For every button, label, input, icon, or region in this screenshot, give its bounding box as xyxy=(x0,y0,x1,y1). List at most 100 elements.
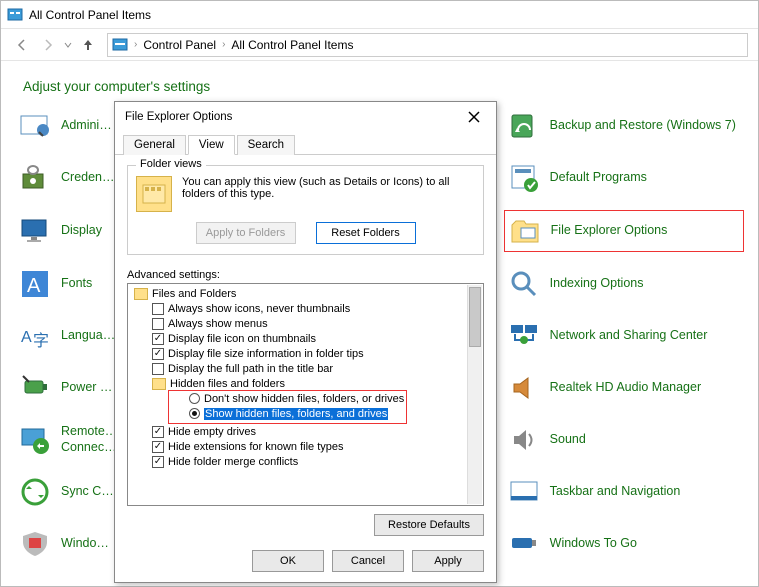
cp-item-sound[interactable]: Sound xyxy=(508,424,740,456)
tree-checkbox-item[interactable]: Display the full path in the title bar xyxy=(130,361,481,376)
cp-item-label: Power … xyxy=(61,380,112,396)
folder-views-group-label: Folder views xyxy=(136,158,206,170)
cp-item-label: Sync C… xyxy=(61,484,114,500)
checkbox-icon[interactable] xyxy=(152,303,164,315)
cp-item-label: Backup and Restore (Windows 7) xyxy=(550,118,736,134)
tree-checkbox-item[interactable]: ✓ Display file icon on thumbnails xyxy=(130,331,481,346)
defender-icon xyxy=(19,528,51,560)
cp-item-label: Langua… xyxy=(61,328,115,344)
tab-view[interactable]: View xyxy=(188,135,235,155)
restore-defaults-button[interactable]: Restore Defaults xyxy=(374,514,484,536)
cp-item-label: Sound xyxy=(550,432,586,448)
checkbox-icon[interactable]: ✓ xyxy=(152,456,164,468)
tree-checkbox-item[interactable]: Always show icons, never thumbnails xyxy=(130,301,481,316)
folder-views-group: Folder views You can apply this view (su… xyxy=(127,165,484,255)
nav-history-dropdown[interactable] xyxy=(63,40,73,50)
checkbox-icon[interactable]: ✓ xyxy=(152,441,164,453)
tree-label-selected: Show hidden files, folders, and drives xyxy=(204,408,388,420)
tree-label: Always show icons, never thumbnails xyxy=(168,303,350,315)
dialog-title: File Explorer Options xyxy=(125,111,232,123)
tree-checkbox-item[interactable]: ✓ Hide extensions for known file types xyxy=(130,439,481,454)
cp-item-label: Taskbar and Navigation xyxy=(550,484,681,500)
cp-item-backup[interactable]: Backup and Restore (Windows 7) xyxy=(508,110,740,142)
cp-item-taskbar[interactable]: Taskbar and Navigation xyxy=(508,476,740,508)
tree-label: Always show menus xyxy=(168,318,268,330)
folder-views-description: You can apply this view (such as Details… xyxy=(182,176,475,212)
window-title: All Control Panel Items xyxy=(29,8,151,22)
scrollbar[interactable] xyxy=(467,285,482,504)
tree-label: Hide folder merge conflicts xyxy=(168,456,298,468)
close-button[interactable] xyxy=(460,106,488,128)
svg-text:A: A xyxy=(21,329,32,346)
tree-label: Hide empty drives xyxy=(168,426,256,438)
address-bar[interactable]: › Control Panel › All Control Panel Item… xyxy=(107,33,748,57)
tree-label: Hidden files and folders xyxy=(170,378,285,390)
language-icon: A字 xyxy=(19,320,51,352)
checkbox-icon[interactable] xyxy=(152,318,164,330)
cp-item-label: Windows To Go xyxy=(550,536,637,552)
checkbox-icon[interactable]: ✓ xyxy=(152,426,164,438)
power-icon xyxy=(19,372,51,404)
scrollbar-thumb[interactable] xyxy=(469,287,481,347)
reset-folders-button[interactable]: Reset Folders xyxy=(316,222,416,244)
sync-icon xyxy=(19,476,51,508)
cp-item-label: Creden… xyxy=(61,170,115,186)
nav-back-button[interactable] xyxy=(11,34,33,56)
cp-item-windows-to-go[interactable]: Windows To Go xyxy=(508,528,740,560)
advanced-settings-label: Advanced settings: xyxy=(127,269,484,281)
breadcrumb-segment[interactable]: Control Panel xyxy=(143,38,216,52)
tree-label: Display file size information in folder … xyxy=(168,348,364,360)
cp-item-label: Indexing Options xyxy=(550,276,644,292)
cp-item-realtek[interactable]: Realtek HD Audio Manager xyxy=(508,372,740,404)
cancel-button[interactable]: Cancel xyxy=(332,550,404,572)
cp-item-label: Default Programs xyxy=(550,170,647,186)
ok-button[interactable]: OK xyxy=(252,550,324,572)
backup-icon xyxy=(508,110,540,142)
chevron-right-icon[interactable]: › xyxy=(132,39,139,50)
tree-radio-item[interactable]: Don't show hidden files, folders, or dri… xyxy=(171,391,404,406)
checkbox-icon[interactable] xyxy=(152,363,164,375)
tree-label: Display file icon on thumbnails xyxy=(168,333,316,345)
tree-folder: Hidden files and folders xyxy=(130,376,481,391)
nav-bar: › Control Panel › All Control Panel Item… xyxy=(1,29,758,61)
checkbox-icon[interactable]: ✓ xyxy=(152,348,164,360)
tab-general[interactable]: General xyxy=(123,135,186,155)
breadcrumb-segment[interactable]: All Control Panel Items xyxy=(231,38,353,52)
highlighted-radio-group: Don't show hidden files, folders, or dri… xyxy=(168,390,407,424)
control-panel-icon xyxy=(7,7,23,23)
tree-checkbox-item[interactable]: ✓ Display file size information in folder… xyxy=(130,346,481,361)
tab-search[interactable]: Search xyxy=(237,135,295,155)
window-titlebar: All Control Panel Items xyxy=(1,1,758,29)
display-icon xyxy=(19,215,51,247)
cp-item-default-programs[interactable]: Default Programs xyxy=(508,162,740,194)
chevron-right-icon[interactable]: › xyxy=(220,39,227,50)
tree-checkbox-item[interactable]: ✓ Hide empty drives xyxy=(130,424,481,439)
cp-item-indexing[interactable]: Indexing Options xyxy=(508,268,740,300)
checkbox-icon[interactable]: ✓ xyxy=(152,333,164,345)
folder-options-icon xyxy=(509,215,541,247)
nav-up-button[interactable] xyxy=(77,34,99,56)
cp-item-label: Display xyxy=(61,223,102,239)
radio-icon[interactable] xyxy=(189,393,200,404)
tree-label: Display the full path in the title bar xyxy=(168,363,333,375)
taskbar-icon xyxy=(508,476,540,508)
apply-button[interactable]: Apply xyxy=(412,550,484,572)
cp-item-file-explorer-options[interactable]: File Explorer Options xyxy=(504,210,744,252)
cp-item-label: Fonts xyxy=(61,276,92,292)
default-programs-icon xyxy=(508,162,540,194)
realtek-icon xyxy=(508,372,540,404)
tree-label: Hide extensions for known file types xyxy=(168,441,343,453)
admin-tools-icon xyxy=(19,110,51,142)
cp-item-label: Realtek HD Audio Manager xyxy=(550,380,701,396)
cp-item-label: Admini… xyxy=(61,118,112,134)
tree-radio-item[interactable]: Show hidden files, folders, and drives xyxy=(171,406,404,421)
tree-checkbox-item[interactable]: ✓ Hide folder merge conflicts xyxy=(130,454,481,469)
dialog-tabs: General View Search xyxy=(115,134,496,155)
cp-item-network[interactable]: Network and Sharing Center xyxy=(508,320,740,352)
radio-icon[interactable] xyxy=(189,408,200,419)
advanced-settings-tree[interactable]: Files and Folders Always show icons, nev… xyxy=(127,283,484,506)
tree-checkbox-item[interactable]: Always show menus xyxy=(130,316,481,331)
tree-label: Files and Folders xyxy=(152,288,236,300)
nav-forward-button[interactable] xyxy=(37,34,59,56)
network-icon xyxy=(508,320,540,352)
